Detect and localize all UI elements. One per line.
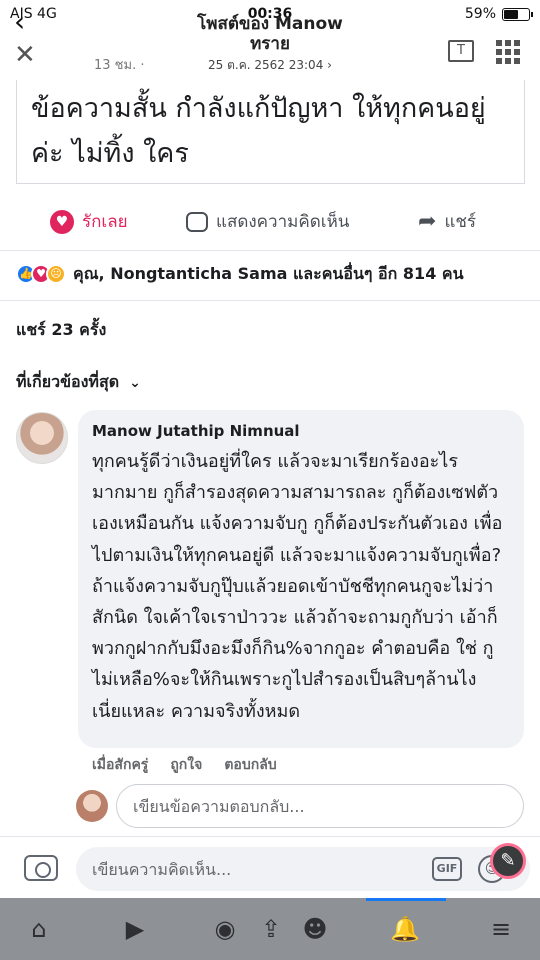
post-actions: ♥ รักเลย แสดงความคิดเห็น ➦ แชร์ (0, 200, 540, 244)
share-button[interactable]: ➦ แชร์ (418, 208, 476, 235)
top-bar: AIS 4G 00:36 59% ‹ โพสต์ของ Manow ทราย ✕… (0, 0, 540, 80)
page-title-line1: โพสต์ของ Manow (197, 14, 343, 34)
love-label: รักเลย (82, 212, 128, 232)
groups-icon[interactable]: ☻ (298, 914, 332, 944)
sort-label: ที่เกี่ยวข้องที่สุด (16, 372, 120, 391)
bottom-nav: ⌂ ▶ ◉ ⇪ ☻ 🔔 ≡ (0, 898, 540, 960)
share-label: แชร์ (444, 212, 477, 232)
bell-icon[interactable]: 🔔 (388, 914, 422, 944)
camera-icon[interactable] (24, 855, 58, 881)
comment-author[interactable]: Manow Jutathip Nimnual (92, 420, 510, 442)
profile-icon[interactable]: ◉ (208, 914, 242, 944)
comment-label: แสดงความคิดเห็น (216, 212, 350, 232)
comment-reply-link[interactable]: ตอบกลับ (224, 754, 276, 776)
edit-pencil-icon[interactable]: ✎ (490, 843, 526, 879)
nav-active-indicator (366, 898, 446, 901)
sad-reaction-icon: ☹ (46, 264, 66, 284)
comment-body: ทุกคนรู้ดีว่าเงินอยู่ที่ใคร แล้วจะมาเรีย… (92, 451, 503, 722)
comment-time: เมื่อสักครู่ (92, 757, 149, 773)
reply-input[interactable]: เขียนข้อความตอบกลับ... (116, 784, 524, 828)
reply-avatar (76, 790, 108, 822)
translate-icon[interactable]: T (448, 40, 474, 62)
home-icon[interactable]: ⌂ (22, 914, 56, 944)
video-icon[interactable]: ▶ (118, 914, 152, 944)
comment-meta: เมื่อสักครู่ ถูกใจ ตอบกลับ (92, 754, 277, 776)
comment-bubble[interactable]: Manow Jutathip Nimnual ทุกคนรู้ดีว่าเงิน… (78, 410, 524, 748)
reactions-text: คุณ, Nongtanticha Sama และคนอื่นๆ อีก 81… (73, 263, 464, 283)
gif-button[interactable]: GIF (432, 857, 462, 881)
comment-sort-dropdown[interactable]: ที่เกี่ยวข้องที่สุด ⌄ (16, 370, 141, 395)
share-count[interactable]: แชร์ 23 ครั้ง (16, 318, 106, 343)
comment-bubble-icon (186, 211, 208, 232)
upload-icon[interactable]: ⇪ (254, 914, 288, 944)
post-card: ข้อความสั้น กำลังแก้ปัญหา ให้ทุกคนอยู่ค่… (16, 80, 525, 184)
menu-icon[interactable]: ≡ (484, 914, 518, 944)
share-arrow-icon: ➦ (418, 209, 437, 234)
apps-grid-icon[interactable] (496, 40, 520, 64)
comment-button[interactable]: แสดงความคิดเห็น (186, 208, 349, 235)
comment-like-link[interactable]: ถูกใจ (170, 754, 202, 776)
chevron-down-icon: ⌄ (129, 374, 141, 391)
reactions-summary[interactable]: 👍 ♥ ☹ คุณ, Nongtanticha Sama และคนอื่นๆ … (16, 260, 464, 288)
divider (0, 250, 540, 251)
love-button[interactable]: ♥ รักเลย (50, 208, 128, 235)
comment-composer: เขียนความคิดเห็น... GIF ☺ ✎ (0, 836, 540, 898)
post-text: ข้อความสั้น กำลังแก้ปัญหา ให้ทุกคนอยู่ค่… (31, 93, 486, 169)
heart-icon: ♥ (50, 209, 74, 234)
divider (0, 300, 540, 301)
avatar[interactable] (16, 412, 68, 464)
